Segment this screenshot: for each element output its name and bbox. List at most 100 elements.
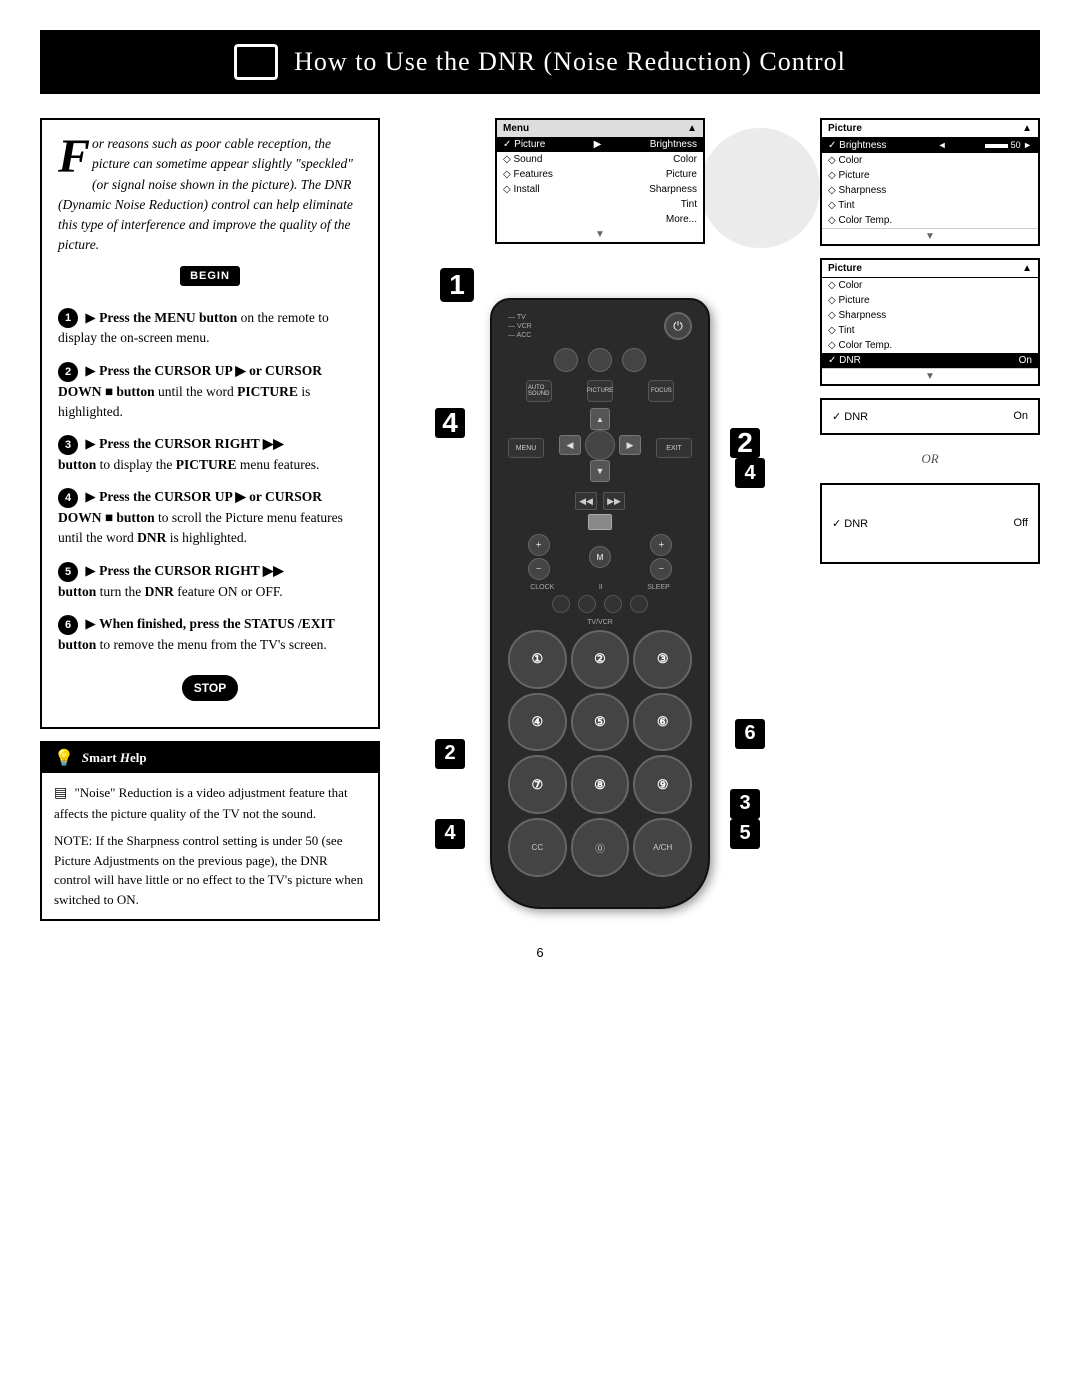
circle-btn-2[interactable]	[588, 348, 612, 372]
small-buttons-row	[508, 595, 692, 613]
dpad-center[interactable]	[585, 430, 615, 460]
page-header: How to Use the DNR (Noise Reduction) Con…	[40, 30, 1040, 94]
rewind-button[interactable]: ◀◀	[575, 492, 597, 510]
focus-button[interactable]: FOCUS	[648, 380, 674, 402]
num-7-button[interactable]: ⑦	[508, 755, 567, 814]
step-6-number: 6	[58, 615, 78, 635]
clock-row: CLOCK II SLEEP	[508, 584, 692, 591]
circle-btn-3[interactable]	[622, 348, 646, 372]
step-overlay-4-left: 4	[435, 408, 465, 438]
volume-up-button[interactable]: +	[528, 534, 550, 556]
step-6: 6 ▶ When finished, press the STATUS /EXI…	[58, 614, 362, 655]
step-5-label: Press the CURSOR RIGHT ▶▶	[99, 563, 284, 578]
sleep-label: SLEEP	[647, 584, 670, 591]
num-1-button[interactable]: ①	[508, 630, 567, 689]
clock-label: CLOCK	[530, 584, 554, 591]
bottom-buttons: CC ⓪ A/CH	[508, 818, 692, 877]
step-6-arrow: ▶	[85, 616, 95, 631]
num-4-button[interactable]: ④	[508, 693, 567, 752]
acc-label: — ACC	[508, 332, 532, 339]
step-3-number: 3	[58, 435, 78, 455]
num-0-button[interactable]: ⓪	[571, 818, 630, 877]
menu-button[interactable]: MENU	[508, 438, 544, 458]
auto-sound-button[interactable]: AUTOSOUND	[526, 380, 552, 402]
num-5-button[interactable]: ⑤	[571, 693, 630, 752]
screen-box-dnr-on: Picture▲ ◇ Color ◇ Picture ◇ Sharpness ◇…	[820, 258, 1040, 386]
cursor-right-button[interactable]: ▶	[619, 435, 641, 455]
volume-buttons: + −	[528, 534, 550, 580]
mute-button[interactable]: M	[589, 546, 611, 568]
small-btn-1[interactable]	[552, 595, 570, 613]
vcr-label: — VCR	[508, 323, 532, 330]
drop-cap: F	[58, 138, 90, 176]
dnr-off-value: Off	[1014, 517, 1028, 530]
screen-box-dnr-off: ✓ DNR Off	[820, 483, 1040, 564]
smart-help-content: ▤ "Noise" Reduction is a video adjustmen…	[42, 773, 378, 920]
ach-button[interactable]: A/CH	[633, 818, 692, 877]
icon-row: AUTOSOUND PICTURE FOCUS	[508, 380, 692, 402]
step-1: 1 ▶ Press the MENU button on the remote …	[58, 308, 362, 349]
num-8-button[interactable]: ⑧	[571, 755, 630, 814]
step-2-arrow: ▶	[85, 363, 95, 378]
step-overlay-3: 3	[730, 789, 760, 819]
tv-icon	[234, 44, 278, 80]
picture-button[interactable]: PICTURE	[587, 380, 613, 402]
circle-btn-1[interactable]	[554, 348, 578, 372]
small-btn-4[interactable]	[630, 595, 648, 613]
decorative-circle	[700, 128, 820, 248]
num-3-button[interactable]: ③	[633, 630, 692, 689]
intro-box: For reasons such as poor cable reception…	[40, 118, 380, 729]
fastforward-button[interactable]: ▶▶	[603, 492, 625, 510]
step-6-label: When finished, press the STATUS /EXIT bu…	[58, 616, 334, 652]
num-9-button[interactable]: ⑨	[633, 755, 692, 814]
step-overlay-5: 5	[730, 819, 760, 849]
cursor-left-button[interactable]: ◀	[559, 435, 581, 455]
step-5-number: 5	[58, 562, 78, 582]
page-title: How to Use the DNR (Noise Reduction) Con…	[294, 47, 846, 77]
small-btn-3[interactable]	[604, 595, 622, 613]
step-4-label: Press the CURSOR UP ▶ or CURSOR DOWN ■ b…	[58, 489, 322, 525]
num-2-button[interactable]: ②	[571, 630, 630, 689]
page-number: 6	[40, 945, 1040, 960]
channel-up-button[interactable]: +	[650, 534, 672, 556]
dnr-off-label: ✓ DNR	[832, 517, 868, 530]
step-4-number: 4	[58, 488, 78, 508]
smart-help-box: 💡 Smart Help ▤ "Noise" Reduction is a vi…	[40, 741, 380, 922]
step-overlay-2-bottom: 2	[435, 739, 465, 769]
remote-body: — TV — VCR — ACC ⏻ AUTOSOUND PICTURE	[490, 298, 710, 909]
lines-icon: ▤	[54, 786, 67, 801]
dnr-on-value: On	[1013, 410, 1028, 423]
dnr-on-label: ✓ DNR	[832, 410, 868, 423]
step-overlay-2: 2	[730, 428, 760, 458]
intro-text: For reasons such as poor cable reception…	[58, 134, 362, 256]
stop-badge: STOP	[182, 675, 238, 701]
screen-box-dnr-on-indicator: ✓ DNR On	[820, 398, 1040, 435]
stop-button[interactable]	[588, 514, 612, 530]
num-6-button[interactable]: ⑥	[633, 693, 692, 752]
tv-label: — TV	[508, 314, 532, 321]
step-2-number: 2	[58, 362, 78, 382]
bulb-icon: 💡	[54, 748, 74, 768]
right-column: Picture▲ ✓ Brightness ◄50 ► ◇ Color ◇ Pi…	[820, 118, 1040, 564]
small-btn-2[interactable]	[578, 595, 596, 613]
center-column: Menu▲ ✓ Picture▶Brightness ◇ SoundColor …	[400, 118, 800, 909]
step-3-label: Press the CURSOR RIGHT ▶▶	[99, 436, 284, 451]
step-5: 5 ▶ Press the CURSOR RIGHT ▶▶ button tur…	[58, 561, 362, 602]
cursor-down-button[interactable]: ▼	[590, 460, 610, 482]
step-overlay-4-bottom: 4	[435, 819, 465, 849]
step-1-label: Press the MENU button	[99, 310, 237, 325]
cc-button[interactable]: CC	[508, 818, 567, 877]
power-button[interactable]: ⏻	[664, 312, 692, 340]
left-column: For reasons such as poor cable reception…	[40, 118, 380, 921]
channel-down-button[interactable]: −	[650, 558, 672, 580]
cursor-up-button[interactable]: ▲	[590, 408, 610, 430]
exit-button[interactable]: EXIT	[656, 438, 692, 458]
source-labels: — TV — VCR — ACC	[508, 314, 532, 339]
dnr-on-row: ✓ DNROn	[822, 353, 1038, 368]
volume-down-button[interactable]: −	[528, 558, 550, 580]
main-layout: For reasons such as poor cable reception…	[40, 118, 1040, 921]
step-3: 3 ▶ Press the CURSOR RIGHT ▶▶ button to …	[58, 434, 362, 475]
dpad: ▲ ◀ ▶ ▼	[559, 408, 641, 482]
or-divider: OR	[820, 447, 1040, 471]
menu-screen-1: Menu▲ ✓ Picture▶Brightness ◇ SoundColor …	[495, 118, 705, 244]
